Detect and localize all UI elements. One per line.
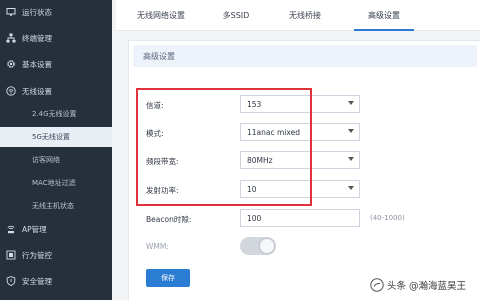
beacon-hint: (40-1000) xyxy=(370,214,405,222)
sidebar-item-status[interactable]: 运行状态 xyxy=(0,0,112,24)
chevron-down-icon xyxy=(348,186,354,190)
sidebar-item-label: 行为管控 xyxy=(22,250,52,260)
sidebar-item-label: 运行状态 xyxy=(22,7,52,17)
beacon-input[interactable]: 100 xyxy=(240,209,360,227)
sidebar-item-security[interactable]: 安全管理 xyxy=(0,270,112,292)
watermark-logo-icon xyxy=(370,278,384,292)
tab-bar: 无线网络设置 多SSID 无线桥接 高级设置 xyxy=(116,0,480,31)
ap-icon xyxy=(6,224,16,234)
control-icon xyxy=(6,250,16,260)
sidebar-subitem-guest[interactable]: 访客网络 xyxy=(0,150,112,170)
sidebar-item-basic[interactable]: 基本设置 xyxy=(0,52,112,76)
sidebar-subitem-label: 2.4G无线设置 xyxy=(32,110,77,118)
sidebar-item-behavior[interactable]: 行为管控 xyxy=(0,244,112,266)
sidebar-subitem-label: 无线主机状态 xyxy=(32,202,74,210)
tab-wireless-bridge[interactable]: 无线桥接 xyxy=(266,0,344,30)
tab-multi-ssid[interactable]: 多SSID xyxy=(206,0,266,30)
beacon-label: Beacon时隙: xyxy=(146,215,192,224)
sidebar-subitem-2g[interactable]: 2.4G无线设置 xyxy=(0,104,112,124)
gear-icon xyxy=(6,59,16,69)
monitor-icon xyxy=(6,7,16,17)
watermark: 头条 @瀚海蓝昊王 xyxy=(370,278,466,292)
watermark-text: 头条 @瀚海蓝昊王 xyxy=(386,281,466,292)
sidebar-item-wireless[interactable]: 无线设置 xyxy=(0,80,112,102)
tab-advanced[interactable]: 高级设置 xyxy=(344,0,424,31)
shield-icon xyxy=(6,276,16,286)
panel-title: 高级设置 xyxy=(133,45,477,67)
beacon-value: 100 xyxy=(247,213,262,223)
sidebar-item-terminal[interactable]: 终端管理 xyxy=(0,26,112,50)
sidebar-subitem-mac-filter[interactable]: MAC地址过滤 xyxy=(0,173,112,193)
highlight-box xyxy=(136,88,312,206)
sidebar-item-label: 基本设置 xyxy=(22,59,52,69)
tab-wireless-network[interactable]: 无线网络设置 xyxy=(116,0,206,30)
sidebar-item-label: 无线设置 xyxy=(22,86,52,96)
sidebar-subitem-host-status[interactable]: 无线主机状态 xyxy=(0,196,112,216)
chevron-down-icon xyxy=(348,157,354,161)
sidebar: 运行状态 终端管理 基本设置 无线设置 2.4G无线设置 5G无线设置 访客网络… xyxy=(0,0,112,300)
sidebar-subitem-label: MAC地址过滤 xyxy=(32,179,76,187)
network-tree-icon xyxy=(6,33,16,43)
sidebar-subitem-label: 访客网络 xyxy=(32,156,60,164)
wmm-label: WMM: xyxy=(146,242,169,251)
wifi-icon xyxy=(6,86,16,96)
chevron-down-icon xyxy=(348,129,354,133)
sidebar-item-ap[interactable]: AP管理 xyxy=(0,218,112,240)
save-button[interactable]: 保存 xyxy=(146,269,190,287)
sidebar-item-label: AP管理 xyxy=(22,224,47,234)
sidebar-subitem-label: 5G无线设置 xyxy=(32,133,70,141)
wmm-toggle[interactable] xyxy=(240,237,276,255)
sidebar-item-label: 安全管理 xyxy=(22,276,52,286)
toggle-knob xyxy=(260,239,274,253)
sidebar-subitem-5g[interactable]: 5G无线设置 xyxy=(0,127,112,147)
sidebar-item-label: 终端管理 xyxy=(22,33,52,43)
chevron-down-icon xyxy=(348,101,354,105)
